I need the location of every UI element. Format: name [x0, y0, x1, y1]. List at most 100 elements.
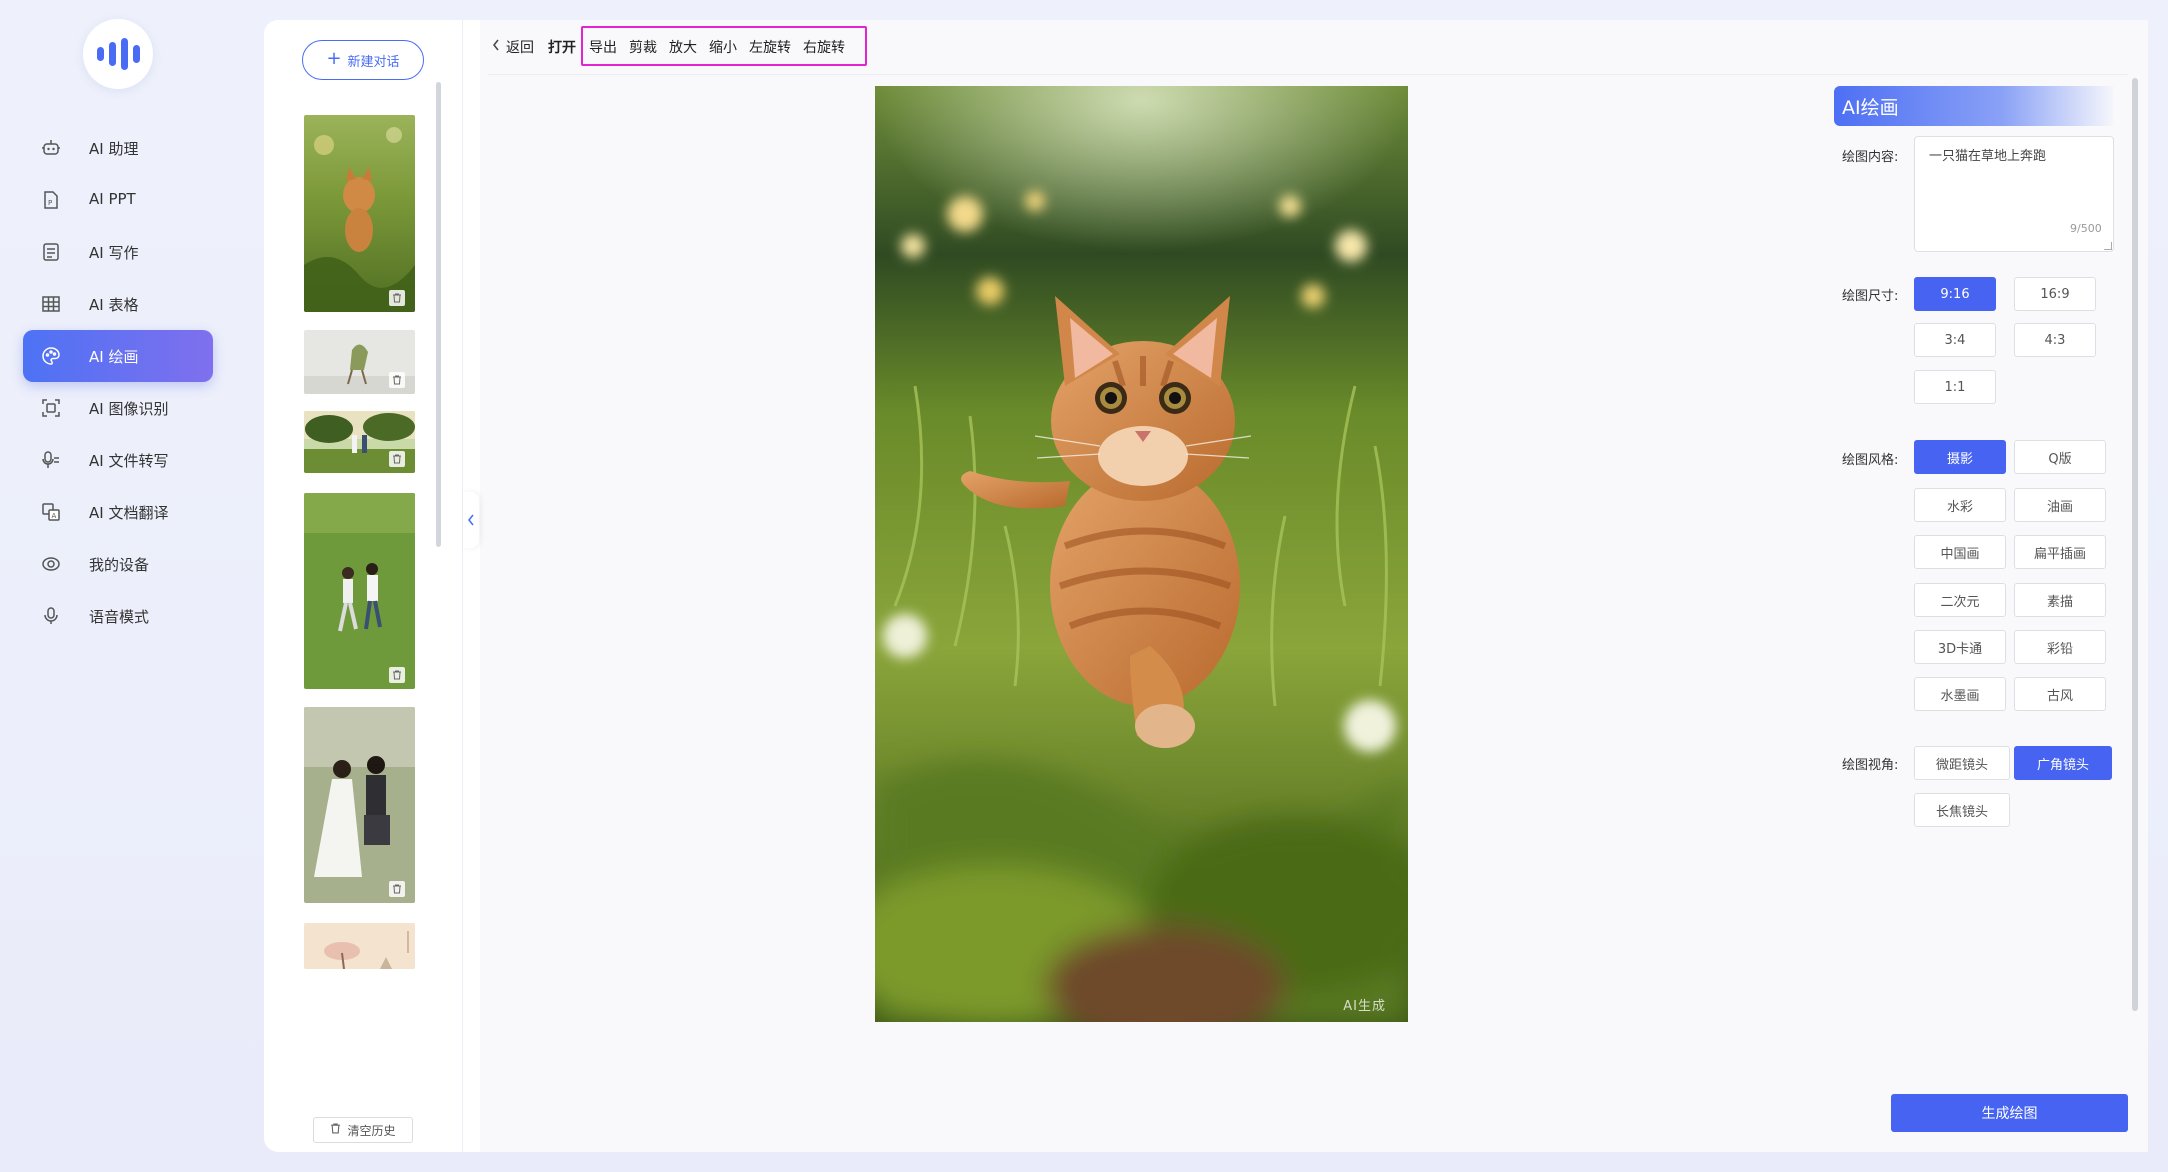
- nav-item-voice-mode[interactable]: 语音模式: [23, 590, 213, 642]
- nav-item-my-devices[interactable]: 我的设备: [23, 538, 213, 590]
- editor-scrollbar[interactable]: [2132, 78, 2138, 1011]
- nav-item-label: AI 图像识别: [89, 400, 169, 418]
- delete-thumb-icon[interactable]: [389, 372, 405, 388]
- chevron-left-icon: [467, 511, 475, 530]
- plus-icon: +: [326, 48, 342, 69]
- style-option-colored-pencil[interactable]: 彩铅: [2014, 630, 2106, 664]
- view-option-macro-lens[interactable]: 微距镜头: [1914, 746, 2010, 780]
- nav-item-label: AI 绘画: [89, 348, 139, 366]
- robot-icon: [41, 138, 61, 158]
- nav-item-ai-doc-translate[interactable]: A AI 文档翻译: [23, 486, 213, 538]
- palette-icon: [41, 346, 61, 366]
- rotate-right-button[interactable]: 右旋转: [803, 37, 845, 57]
- size-option-4-3[interactable]: 4:3: [2014, 323, 2096, 357]
- crop-button[interactable]: 剪裁: [629, 37, 657, 57]
- nav-item-label: AI 助理: [89, 140, 139, 158]
- left-nav: AI 助理 P AI PPT AI 写作 AI 表格 AI 绘画 AI 图像识别: [0, 0, 240, 1172]
- scan-icon: [41, 398, 61, 418]
- nav-item-label: AI 表格: [89, 296, 139, 314]
- view-label: 绘图视角:: [1842, 758, 1899, 773]
- style-option-3d-cartoon[interactable]: 3D卡通: [1914, 630, 2006, 664]
- history-thumb-cat[interactable]: [304, 115, 415, 312]
- style-option-flat-illustration[interactable]: 扁平插画: [2014, 535, 2106, 569]
- device-icon: [41, 554, 61, 574]
- nav-item-ai-assistant[interactable]: AI 助理: [23, 122, 213, 174]
- style-option-ancient-style[interactable]: 古风: [2014, 677, 2106, 711]
- size-option-16-9[interactable]: 16:9: [2014, 277, 2096, 311]
- nav-item-ai-painting[interactable]: AI 绘画: [23, 330, 213, 382]
- nav-item-label: AI PPT: [89, 190, 136, 208]
- trash-icon: [330, 1123, 341, 1137]
- document-icon: [41, 242, 61, 262]
- new-chat-label: 新建对话: [347, 54, 400, 70]
- size-option-3-4[interactable]: 3:4: [1914, 323, 1996, 357]
- rotate-left-button[interactable]: 左旋转: [749, 37, 791, 57]
- zoom-out-button[interactable]: 缩小: [709, 37, 737, 57]
- style-option-q-version[interactable]: Q版: [2014, 440, 2106, 474]
- ai-watermark: AI生成: [1343, 999, 1386, 1014]
- history-thumb-chair[interactable]: [304, 330, 415, 394]
- ppt-file-icon: P: [41, 190, 61, 210]
- table-icon: [41, 294, 61, 314]
- style-option-sketch[interactable]: 素描: [2014, 583, 2106, 617]
- generated-image[interactable]: AI生成: [875, 86, 1408, 1022]
- prompt-char-count: 9/500: [2070, 222, 2102, 235]
- export-button[interactable]: 导出: [589, 37, 617, 57]
- nav-item-label: 语音模式: [89, 608, 150, 626]
- size-option-9-16[interactable]: 9:16: [1914, 277, 1996, 311]
- delete-thumb-icon[interactable]: [389, 290, 405, 306]
- open-button[interactable]: 打开: [548, 37, 576, 57]
- style-option-photography[interactable]: 摄影: [1914, 440, 2006, 474]
- clear-history-label: 清空历史: [347, 1123, 396, 1138]
- toolbar-divider: [488, 74, 2128, 75]
- history-scrollbar[interactable]: [436, 82, 441, 547]
- mic-file-icon: [41, 450, 61, 470]
- history-thumb-running-couple[interactable]: [304, 493, 415, 689]
- back-label: 返回: [506, 40, 534, 56]
- nav-item-ai-writing[interactable]: AI 写作: [23, 226, 213, 278]
- style-option-oil-painting[interactable]: 油画: [2014, 488, 2106, 522]
- back-button[interactable]: 返回: [492, 37, 534, 57]
- chevron-left-icon: [492, 39, 500, 55]
- view-option-wide-angle-lens[interactable]: 广角镜头: [2014, 746, 2112, 780]
- resize-handle-icon[interactable]: [2104, 242, 2112, 250]
- collapse-history-button[interactable]: [463, 492, 479, 548]
- history-thumb-ink-painting[interactable]: [304, 923, 415, 969]
- nav-item-label: 我的设备: [89, 556, 150, 574]
- style-option-chinese-painting[interactable]: 中国画: [1914, 535, 2006, 569]
- ink-painting-thumbnail-image: [304, 923, 415, 969]
- style-option-anime[interactable]: 二次元: [1914, 583, 2006, 617]
- view-option-telephoto-lens[interactable]: 长焦镜头: [1914, 793, 2010, 827]
- new-chat-button[interactable]: + 新建对话: [302, 40, 424, 80]
- history-thumb-park[interactable]: [304, 411, 415, 473]
- style-option-ink-wash[interactable]: 水墨画: [1914, 677, 2006, 711]
- nav-item-label: AI 写作: [89, 244, 139, 262]
- nav-item-ai-ppt[interactable]: P AI PPT: [23, 174, 213, 226]
- delete-thumb-icon[interactable]: [389, 667, 405, 683]
- generate-drawing-button[interactable]: 生成绘图: [1891, 1094, 2128, 1132]
- size-option-1-1[interactable]: 1:1: [1914, 370, 1996, 404]
- nav-item-ai-image-recognition[interactable]: AI 图像识别: [23, 382, 213, 434]
- zoom-in-button[interactable]: 放大: [669, 37, 697, 57]
- style-option-watercolor[interactable]: 水彩: [1914, 488, 2006, 522]
- size-label: 绘图尺寸:: [1842, 289, 1899, 304]
- style-label: 绘图风格:: [1842, 453, 1899, 468]
- history-thumb-wedding[interactable]: [304, 707, 415, 903]
- delete-thumb-icon[interactable]: [389, 881, 405, 897]
- couple-running-thumbnail-image: [304, 493, 415, 689]
- nav-item-ai-file-transcribe[interactable]: AI 文件转写: [23, 434, 213, 486]
- nav-item-ai-table[interactable]: AI 表格: [23, 278, 213, 330]
- svg-text:A: A: [52, 512, 57, 520]
- delete-thumb-icon[interactable]: [389, 451, 405, 467]
- nav-item-label: AI 文件转写: [89, 452, 169, 470]
- microphone-icon: [41, 606, 61, 626]
- nav-item-label: AI 文档翻译: [89, 504, 169, 522]
- settings-panel-title: AI绘画: [1834, 86, 2114, 126]
- cat-running-image: [875, 86, 1408, 1022]
- svg-text:P: P: [48, 199, 52, 207]
- clear-history-button[interactable]: 清空历史: [313, 1117, 413, 1143]
- wedding-thumbnail-image: [304, 707, 415, 903]
- content-label: 绘图内容:: [1842, 150, 1899, 165]
- app-logo-icon[interactable]: [83, 19, 153, 89]
- cat-thumbnail-image: [304, 115, 415, 312]
